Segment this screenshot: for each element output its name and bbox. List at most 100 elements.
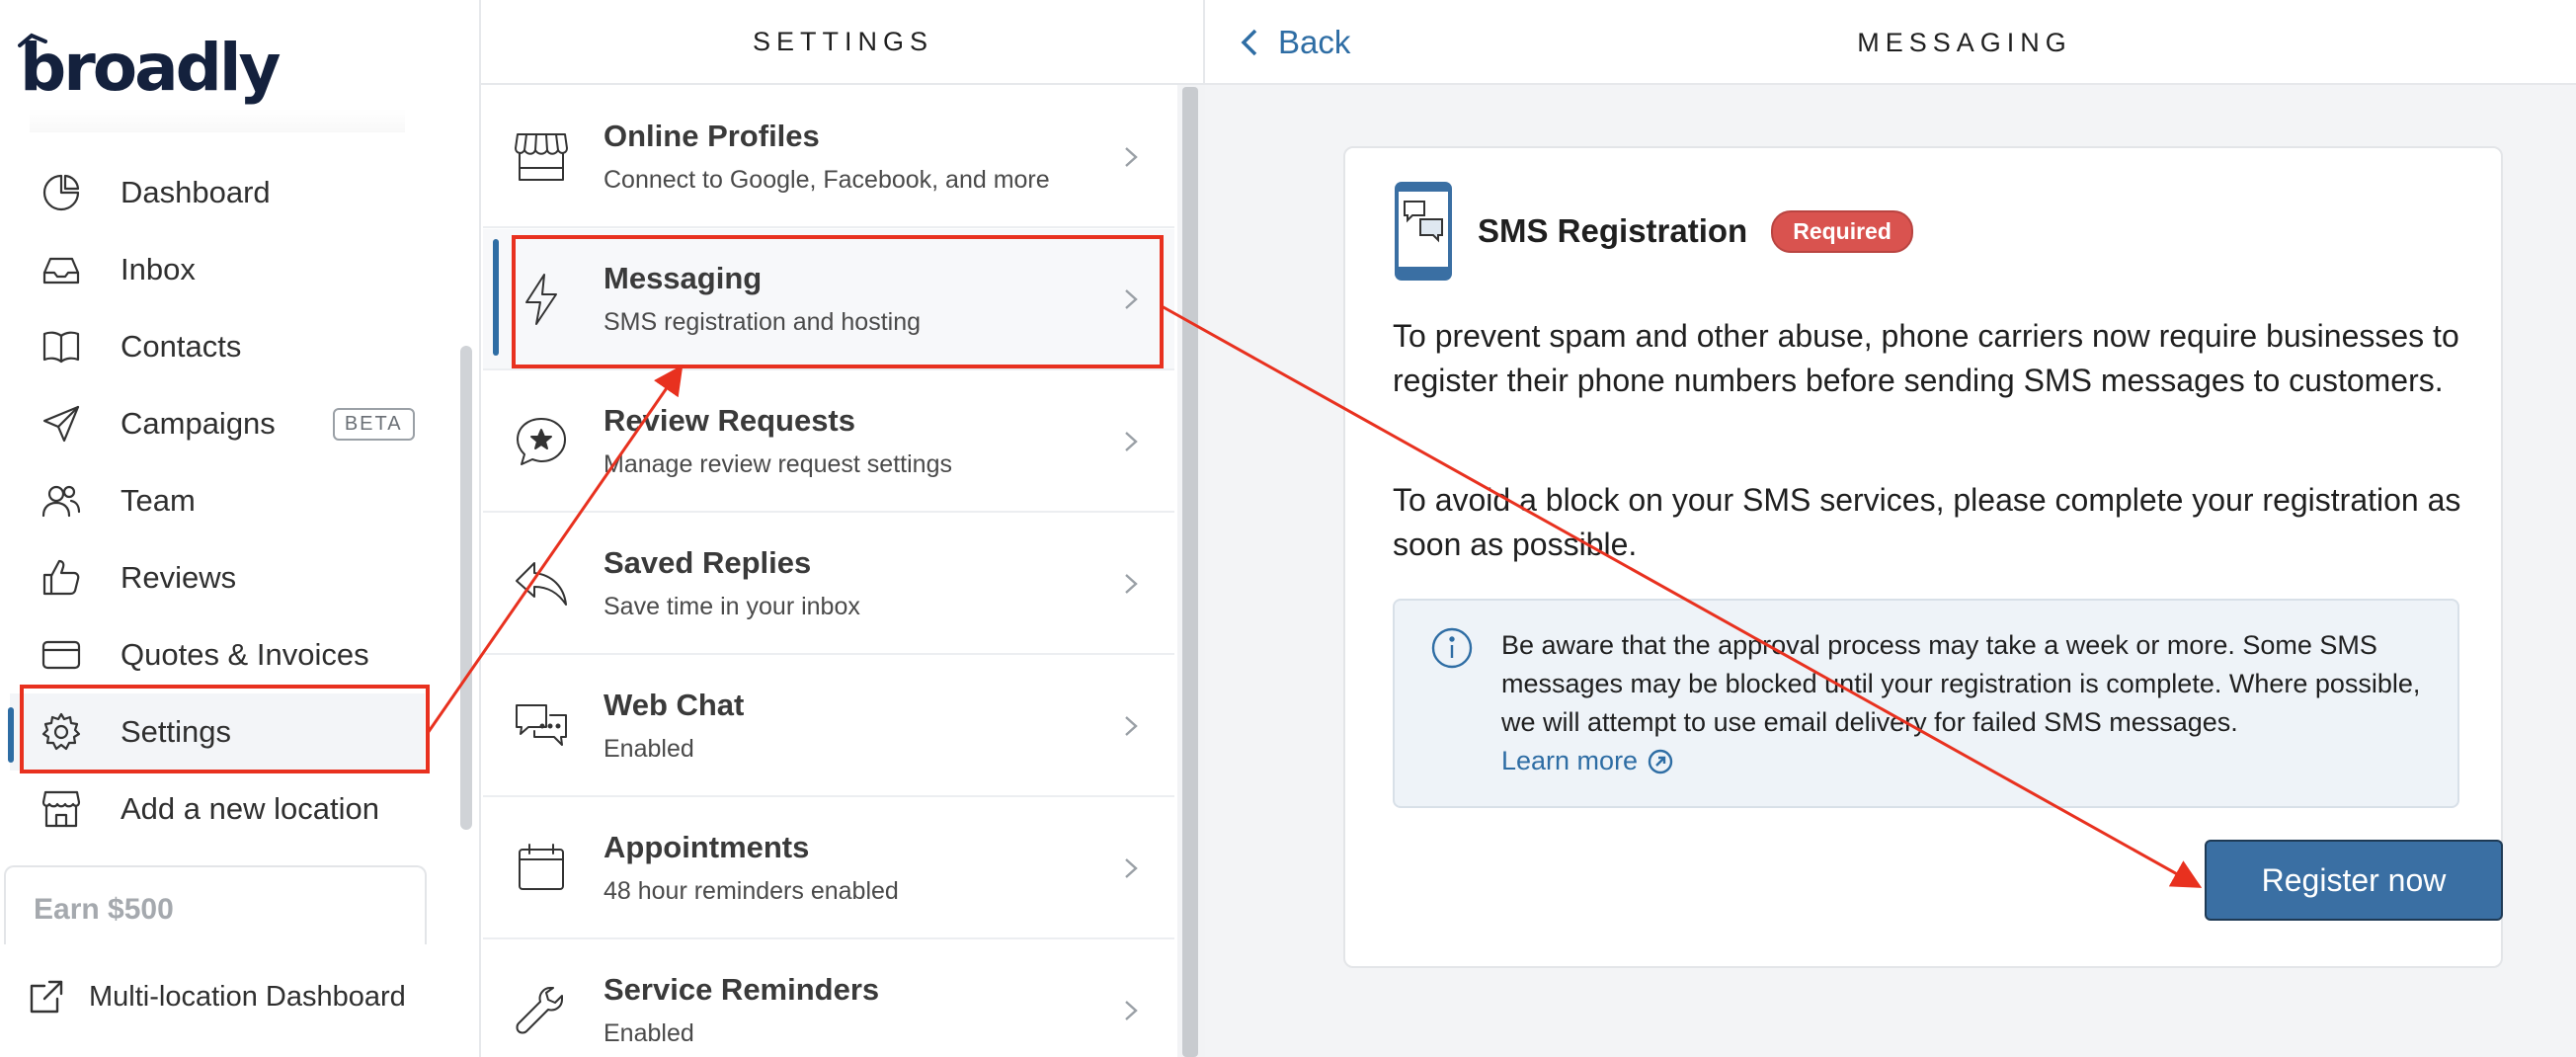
nav-item-contacts[interactable]: Contacts — [10, 308, 425, 385]
paper-plane-icon — [40, 402, 83, 446]
multi-location-label: Multi-location Dashboard — [89, 980, 406, 1013]
card-header: SMS Registration Required — [1393, 180, 1913, 283]
nav-item-reviews[interactable]: Reviews — [10, 539, 425, 616]
notice-text: Be aware that the approval process may t… — [1501, 630, 2421, 737]
notice-text-block: Be aware that the approval process may t… — [1501, 626, 2440, 780]
thumbs-up-icon — [40, 556, 83, 600]
settings-item-subtitle: SMS registration and hosting — [604, 308, 922, 336]
nav-item-quotes-invoices[interactable]: Quotes & Invoices — [10, 616, 425, 693]
multi-location-dashboard-link[interactable]: Multi-location Dashboard — [28, 978, 406, 1016]
speech-bubble-star-icon — [513, 413, 570, 470]
learn-more-link[interactable]: Learn more — [1501, 742, 1673, 780]
settings-item-subtitle: Save time in your inbox — [604, 593, 860, 620]
open-book-icon — [40, 325, 83, 368]
settings-item-title: Saved Replies — [604, 545, 812, 580]
nav-item-add-location[interactable]: Add a new location — [10, 771, 425, 848]
arrow-up-right-circle-icon — [1648, 749, 1673, 773]
nav-label: Dashboard — [121, 175, 271, 209]
people-icon — [40, 479, 83, 523]
nav-item-campaigns[interactable]: Campaigns BETA — [10, 385, 425, 462]
settings-item-online-profiles[interactable]: Online Profiles Connect to Google, Faceb… — [483, 87, 1174, 228]
settings-panel: SETTINGS Online Profiles Connect to Goog… — [481, 0, 1205, 1057]
calendar-icon — [513, 840, 570, 897]
pie-chart-icon — [40, 171, 83, 214]
register-now-button[interactable]: Register now — [2205, 840, 2503, 921]
settings-item-subtitle: Manage review request settings — [604, 450, 952, 478]
inbox-tray-icon — [40, 248, 83, 291]
nav-active-indicator — [8, 707, 14, 763]
nav-scroll-fade — [30, 109, 405, 132]
back-button[interactable]: Back — [1239, 0, 1350, 85]
required-badge: Required — [1771, 209, 1913, 253]
nav-item-dashboard[interactable]: Dashboard — [10, 154, 425, 231]
nav-label: Team — [121, 483, 196, 518]
phone-sms-icon — [1395, 182, 1452, 281]
settings-scrollbar[interactable] — [1182, 87, 1198, 1057]
logo-mark-icon — [18, 33, 47, 47]
settings-item-subtitle: Enabled — [604, 735, 694, 763]
nav-item-team[interactable]: Team — [10, 462, 425, 539]
nav-label: Campaigns — [121, 406, 276, 441]
chevron-left-icon — [1241, 29, 1257, 56]
nav-label: Contacts — [121, 329, 242, 364]
nav-label: Settings — [121, 714, 232, 749]
settings-item-title: Appointments — [604, 830, 810, 864]
messaging-title-wrap: MESSAGING — [1205, 0, 2576, 85]
settings-item-appointments[interactable]: Appointments 48 hour reminders enabled — [483, 798, 1174, 939]
chevron-right-icon — [1117, 428, 1145, 455]
registration-urgency: To avoid a block on your SMS services, p… — [1393, 482, 2461, 562]
nav-item-settings[interactable]: Settings — [10, 693, 425, 771]
chevron-right-icon — [1117, 997, 1145, 1024]
settings-item-review-requests[interactable]: Review Requests Manage review request se… — [483, 371, 1174, 513]
chevron-right-icon — [1117, 854, 1145, 882]
lightning-bolt-icon — [513, 271, 570, 328]
settings-item-subtitle: Enabled — [604, 1019, 694, 1047]
registration-explainer: To prevent spam and other abuse, phone c… — [1393, 318, 2459, 398]
left-nav: broadly Dashboard Inbox Contacts Campaig… — [0, 0, 481, 1057]
reply-arrow-icon — [513, 555, 570, 612]
settings-item-subtitle: 48 hour reminders enabled — [604, 877, 899, 905]
storefront-awning-icon — [513, 128, 570, 186]
learn-more-label: Learn more — [1501, 746, 1639, 775]
settings-active-indicator — [493, 239, 499, 356]
settings-item-title: Web Chat — [604, 688, 745, 722]
settings-item-title: Review Requests — [604, 403, 855, 438]
settings-item-saved-replies[interactable]: Saved Replies Save time in your inbox — [483, 514, 1174, 655]
settings-title: SETTINGS — [752, 26, 933, 56]
messaging-header: MESSAGING Back — [1205, 0, 2576, 85]
approval-notice: Be aware that the approval process may t… — [1393, 599, 2459, 808]
nav-label: Quotes & Invoices — [121, 637, 369, 672]
sms-registration-card: SMS Registration Required To prevent spa… — [1343, 146, 2503, 968]
settings-header: SETTINGS — [481, 0, 1205, 85]
beta-badge: BETA — [332, 407, 415, 441]
messaging-panel: MESSAGING Back SMS Registration Required… — [1205, 0, 2576, 1057]
external-link-icon — [30, 980, 63, 1014]
nav-scrollbar[interactable] — [460, 346, 472, 830]
gear-icon — [40, 710, 83, 754]
chevron-right-icon — [1117, 143, 1145, 171]
credit-card-icon — [40, 633, 83, 677]
chat-bubbles-icon — [513, 697, 570, 755]
chevron-right-icon — [1117, 712, 1145, 740]
broadly-logo[interactable]: broadly — [18, 28, 282, 107]
chevron-right-icon — [1117, 570, 1145, 598]
chevron-right-icon — [1117, 285, 1145, 313]
nav-label: Add a new location — [121, 791, 379, 826]
storefront-icon — [40, 787, 83, 831]
messaging-title: MESSAGING — [1857, 27, 2072, 57]
settings-item-title: Online Profiles — [604, 119, 820, 153]
settings-item-messaging[interactable]: Messaging SMS registration and hosting — [483, 229, 1174, 370]
settings-item-subtitle: Connect to Google, Facebook, and more — [604, 166, 1050, 194]
wrench-icon — [513, 982, 570, 1039]
info-circle-icon — [1430, 626, 1474, 670]
earn-card-text: Earn $500 — [34, 893, 174, 926]
logo-text: broadly — [20, 29, 282, 106]
settings-item-title: Service Reminders — [604, 972, 880, 1007]
earn-card[interactable]: Earn $500 — [4, 865, 427, 944]
settings-item-title: Messaging — [604, 261, 763, 295]
card-title: SMS Registration — [1478, 212, 1748, 249]
settings-item-web-chat[interactable]: Web Chat Enabled — [483, 656, 1174, 797]
nav-label: Inbox — [121, 252, 196, 286]
settings-item-service-reminders[interactable]: Service Reminders Enabled — [483, 940, 1174, 1057]
nav-item-inbox[interactable]: Inbox — [10, 231, 425, 308]
